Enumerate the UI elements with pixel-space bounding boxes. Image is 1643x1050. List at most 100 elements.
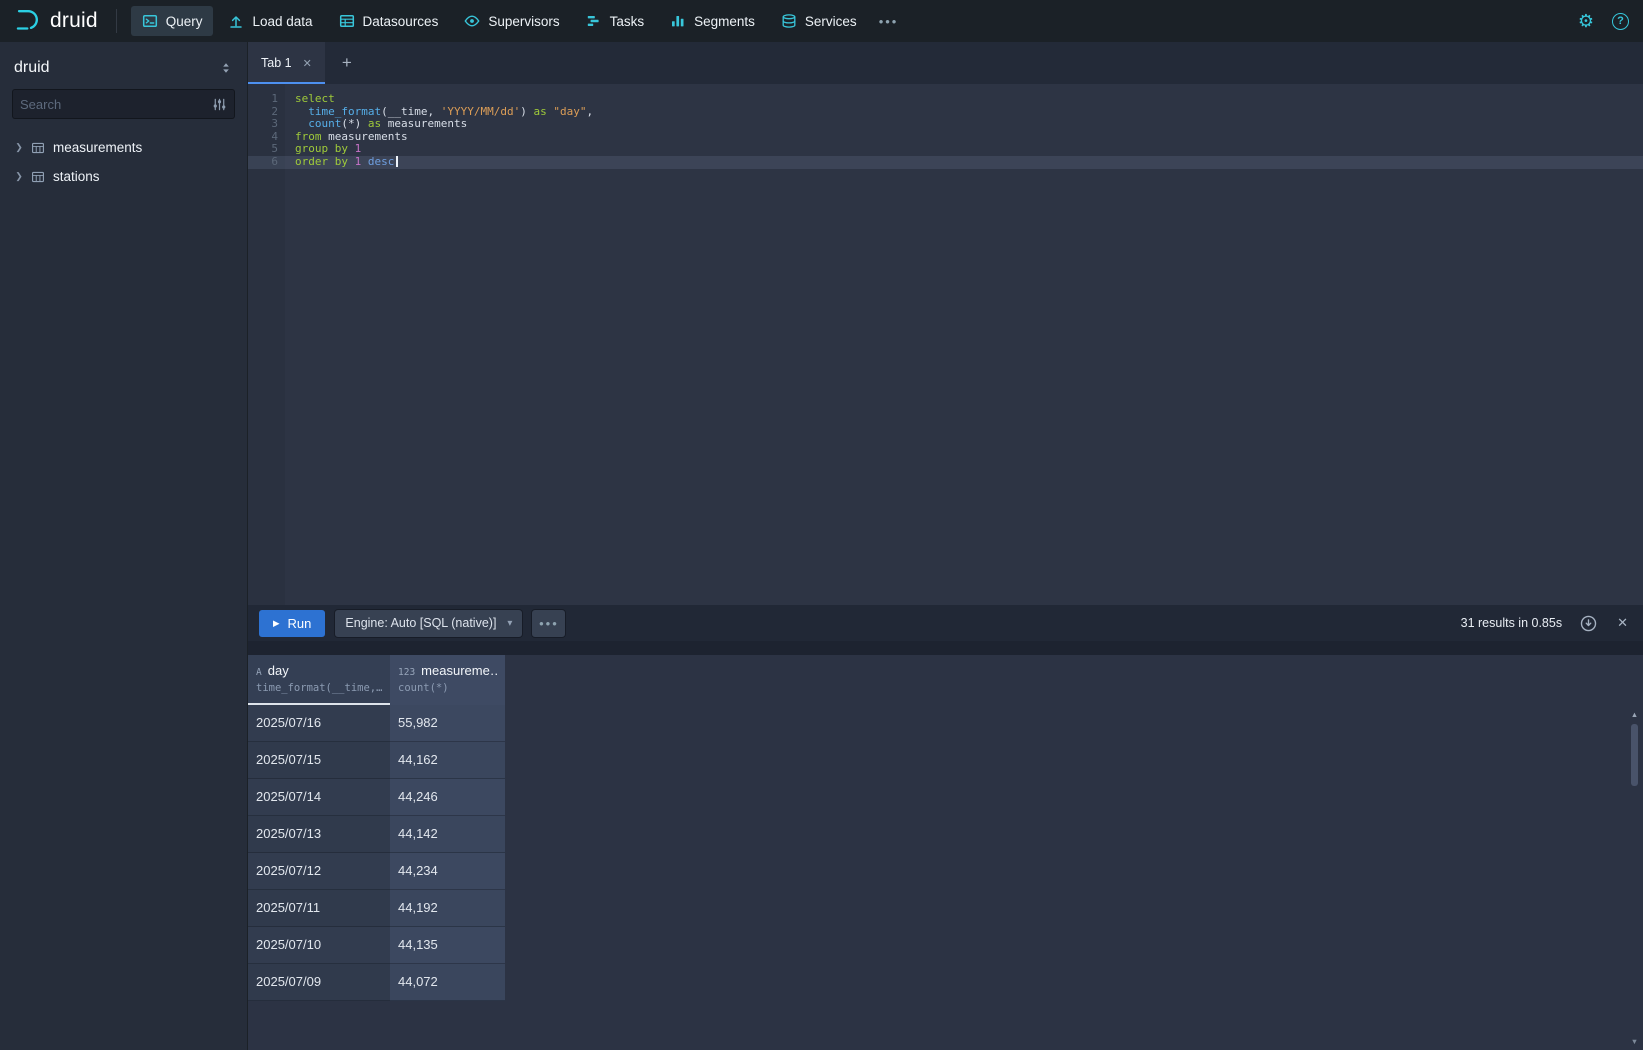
column-title: A day <box>256 663 382 678</box>
table-cell[interactable]: 2025/07/13 <box>248 816 390 853</box>
supervisors-icon <box>464 13 480 29</box>
datasource-tree: ❯measurements❯stations <box>0 133 247 191</box>
sort-double-caret-icon[interactable] <box>219 61 233 75</box>
nav-item-label: Segments <box>694 14 755 29</box>
datasources-icon <box>339 13 355 29</box>
table-row: 2025/07/1144,192 <box>248 890 1643 927</box>
table-row: 2025/07/1244,234 <box>248 853 1643 890</box>
nav-item-label: Tasks <box>610 14 645 29</box>
nav-item-datasources[interactable]: Datasources <box>328 6 450 36</box>
table-cell[interactable]: 44,162 <box>390 742 505 779</box>
run-button[interactable]: ▶ Run <box>259 610 325 637</box>
filter-sliders-icon[interactable] <box>212 97 227 112</box>
play-icon: ▶ <box>273 618 280 629</box>
run-label: Run <box>288 616 312 631</box>
tab-1[interactable]: Tab 1 ✕ <box>248 42 325 84</box>
results-summary: 31 results in 0.85s <box>1461 616 1562 630</box>
nav-item-label: Datasources <box>363 14 439 29</box>
nav-item-query[interactable]: Query <box>131 6 214 36</box>
search-box[interactable] <box>12 89 235 119</box>
code-line: from measurements <box>285 131 1643 144</box>
druid-logo-icon <box>14 6 41 36</box>
query-icon <box>142 13 158 29</box>
table-cell[interactable]: 44,192 <box>390 890 505 927</box>
close-results-icon[interactable]: ✕ <box>1617 615 1628 631</box>
scroll-down-icon[interactable]: ▼ <box>1628 1037 1641 1046</box>
column-name: measureme… <box>421 663 497 678</box>
table-row: 2025/07/1444,246 <box>248 779 1643 816</box>
nav-item-supervisors[interactable]: Supervisors <box>453 6 570 36</box>
table-cell[interactable]: 44,135 <box>390 927 505 964</box>
sidebar-item-stations[interactable]: ❯ stations <box>0 162 247 191</box>
load-data-icon <box>228 13 244 29</box>
engine-label: Engine: Auto [SQL (native)] <box>345 616 496 630</box>
chevron-right-icon[interactable]: ❯ <box>14 142 24 153</box>
more-icon: ••• <box>539 616 559 631</box>
table-cell[interactable]: 55,982 <box>390 705 505 742</box>
table-cell[interactable]: 44,072 <box>390 964 505 1001</box>
line-number: 3 <box>248 118 285 131</box>
table-cell[interactable]: 2025/07/11 <box>248 890 390 927</box>
scroll-up-icon[interactable]: ▲ <box>1628 710 1641 719</box>
nav-item-label: Services <box>805 14 857 29</box>
table-row: 2025/07/1655,982 <box>248 705 1643 742</box>
download-icon[interactable] <box>1580 615 1597 632</box>
services-icon <box>781 13 797 29</box>
string-type-icon: A <box>256 667 262 678</box>
table-cell[interactable]: 44,142 <box>390 816 505 853</box>
nav-item-services[interactable]: Services <box>770 6 868 36</box>
line-number: 4 <box>248 131 285 144</box>
settings-gear-icon[interactable]: ⚙ <box>1578 12 1594 30</box>
table-cell[interactable]: 2025/07/14 <box>248 779 390 816</box>
datasource-name: stations <box>52 169 100 184</box>
column-name: day <box>268 663 289 678</box>
results-panel: A day time_format(__time,… 123 measureme… <box>248 655 1643 1050</box>
nav-item-load-data[interactable]: Load data <box>217 6 323 36</box>
table-cell[interactable]: 2025/07/09 <box>248 964 390 1001</box>
tabbar: Tab 1 ✕ + <box>248 42 1643 84</box>
sidebar-item-measurements[interactable]: ❯measurements <box>0 133 247 162</box>
add-tab-button[interactable]: + <box>342 53 352 73</box>
table-row: 2025/07/1344,142 <box>248 816 1643 853</box>
code-line: group by 1 <box>285 143 1643 156</box>
column-expression: time_format(__time,… <box>256 682 382 694</box>
run-toolbar: ▶ Run Engine: Auto [SQL (native)] ▾ ••• … <box>248 605 1643 641</box>
table-cell[interactable]: 2025/07/16 <box>248 705 390 742</box>
code-line: time_format(__time, 'YYYY/MM/dd') as "da… <box>285 106 1643 119</box>
table-cell[interactable]: 2025/07/15 <box>248 742 390 779</box>
table-cell[interactable]: 44,234 <box>390 853 505 890</box>
text-cursor <box>396 156 398 167</box>
engine-select[interactable]: Engine: Auto [SQL (native)] ▾ <box>335 610 522 637</box>
table-cell[interactable]: 2025/07/10 <box>248 927 390 964</box>
table-cell[interactable]: 2025/07/12 <box>248 853 390 890</box>
chevron-right-icon[interactable]: ❯ <box>14 171 24 182</box>
tab-close-icon[interactable]: ✕ <box>303 57 312 70</box>
table-row: 2025/07/1544,162 <box>248 742 1643 779</box>
results-header: A day time_format(__time,… 123 measureme… <box>248 655 1643 705</box>
column-header-measurements[interactable]: 123 measureme… count(*) <box>390 655 505 705</box>
nav-item-label: Load data <box>252 14 312 29</box>
panel-divider <box>248 641 1643 655</box>
scrollbar-thumb[interactable] <box>1631 724 1638 786</box>
brand-name: druid <box>50 9 98 33</box>
nav-more-button[interactable]: ••• <box>870 6 908 36</box>
query-more-button[interactable]: ••• <box>532 610 565 637</box>
editor-code: select time_format(__time, 'YYYY/MM/dd')… <box>285 84 1643 605</box>
nav-item-segments[interactable]: Segments <box>659 6 766 36</box>
line-number: 1 <box>248 93 285 106</box>
help-icon[interactable]: ? <box>1612 13 1629 30</box>
more-icon: ••• <box>879 14 899 29</box>
nav-item-label: Supervisors <box>488 14 559 29</box>
sql-editor[interactable]: 123456 select time_format(__time, 'YYYY/… <box>248 84 1643 605</box>
brand[interactable]: druid <box>14 6 98 36</box>
column-header-day[interactable]: A day time_format(__time,… <box>248 655 390 705</box>
results-scrollbar[interactable]: ▲ ▼ <box>1628 709 1641 1047</box>
search-input[interactable] <box>20 97 212 112</box>
topnav-items: Query Load data Datasources Supervisors Task… <box>131 6 868 36</box>
column-title: 123 measureme… <box>398 663 497 678</box>
number-type-icon: 123 <box>398 667 415 678</box>
sidebar: druid ❯measurements❯stations <box>0 42 248 1050</box>
nav-item-tasks[interactable]: Tasks <box>575 6 656 36</box>
table-cell[interactable]: 44,246 <box>390 779 505 816</box>
sidebar-title: druid <box>14 59 50 77</box>
